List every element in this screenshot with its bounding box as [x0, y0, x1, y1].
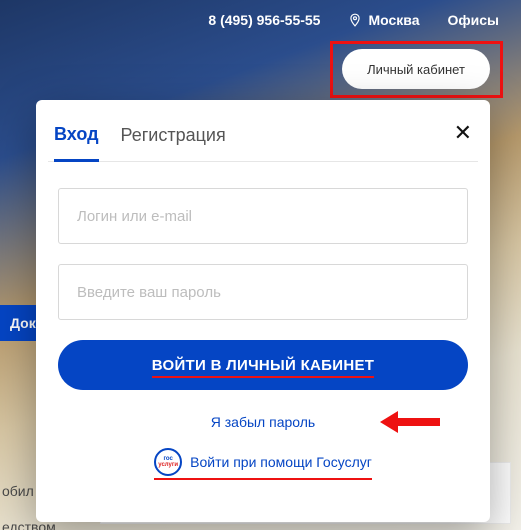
gosuslugi-row: гос услуги Войти при помощи Госуслуг: [58, 448, 468, 480]
gosuslugi-icon: гос услуги: [154, 448, 182, 476]
close-icon[interactable]: ✕: [454, 122, 472, 144]
phone-number[interactable]: 8 (495) 956-55-55: [208, 12, 320, 28]
submit-label: ВОЙТИ В ЛИЧНЫЙ КАБИНЕТ: [152, 357, 374, 378]
gosuslugi-link[interactable]: Войти при помощи Госуслуг: [190, 454, 372, 470]
forgot-password-link[interactable]: Я забыл пароль: [211, 414, 315, 430]
offices-link[interactable]: Офисы: [448, 12, 500, 28]
topbar: 8 (495) 956-55-55 Москва Офисы: [0, 0, 521, 40]
login-form: ВОЙТИ В ЛИЧНЫЙ КАБИНЕТ Я забыл пароль го…: [48, 162, 478, 480]
account-button[interactable]: Личный кабинет: [342, 49, 490, 89]
arrow-annotation: [380, 414, 442, 430]
login-modal: Вход Регистрация ✕ ВОЙТИ В ЛИЧНЫЙ КАБИНЕ…: [36, 100, 490, 522]
login-input[interactable]: [58, 188, 468, 244]
location-pin-icon: [348, 12, 362, 28]
submit-button[interactable]: ВОЙТИ В ЛИЧНЫЙ КАБИНЕТ: [58, 340, 468, 390]
city-label: Москва: [368, 12, 419, 28]
city-selector[interactable]: Москва: [348, 12, 419, 28]
forgot-row: Я забыл пароль: [58, 410, 468, 434]
auth-tabs: Вход Регистрация ✕: [48, 118, 478, 162]
tab-login[interactable]: Вход: [54, 118, 99, 162]
tab-register[interactable]: Регистрация: [121, 119, 226, 160]
password-input[interactable]: [58, 264, 468, 320]
